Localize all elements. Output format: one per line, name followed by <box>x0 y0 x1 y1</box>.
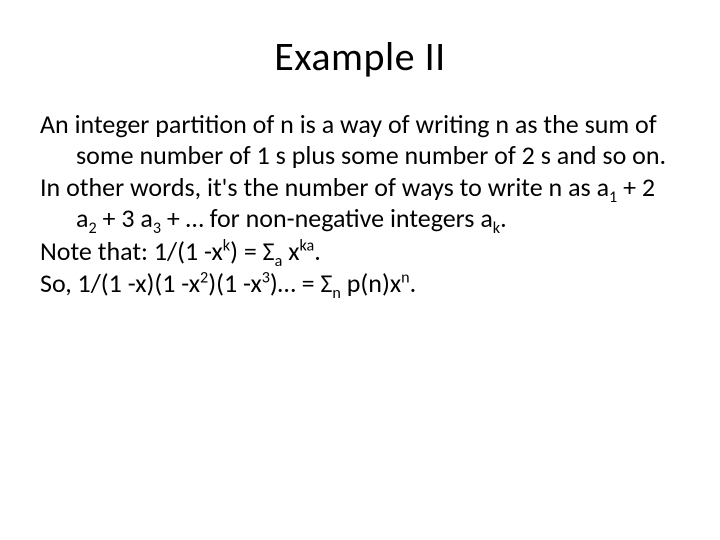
slide: Example II An integer partition of n is … <box>0 0 720 540</box>
p2-sub-1: 1 <box>609 189 617 208</box>
paragraph-1: An integer partition of n is a way of wr… <box>40 109 680 170</box>
p1-text: An integer partition of n is a way of wr… <box>40 108 666 171</box>
p2-text-i: . <box>500 202 507 234</box>
p2-text-e: + 3 a <box>97 202 153 234</box>
p4-sup-3: 3 <box>262 269 270 288</box>
p4-text-i: . <box>410 267 417 299</box>
p3-text-a: Note that: 1/(1 -x <box>40 235 223 267</box>
slide-body: An integer partition of n is a way of wr… <box>40 109 680 299</box>
paragraph-3: Note that: 1/(1 -xk) = Σa xka. <box>40 236 680 267</box>
paragraph-4: So, 1/(1 -x)(1 -x2)(1 -x3)… = Σn p(n)xn. <box>40 268 680 299</box>
p4-text-a: So, 1/(1 -x)(1 -x <box>40 267 200 299</box>
p3-text-c: ) = Σ <box>230 235 275 267</box>
p2-text-g: + … for non-negative integers a <box>161 202 493 234</box>
slide-title: Example II <box>40 32 680 81</box>
p4-sup-2: 2 <box>200 269 208 288</box>
p4-sup-n: n <box>401 269 409 288</box>
p3-sup-ka: ka <box>299 236 314 255</box>
paragraph-2: In other words, it's the number of ways … <box>40 172 680 233</box>
p4-text-g: p(n)x <box>341 267 401 299</box>
p4-text-c: )(1 -x <box>208 267 262 299</box>
p4-sub-n: n <box>332 285 340 304</box>
p2-text-a: In other words, it's the number of ways … <box>40 171 609 203</box>
p3-text-g: . <box>314 235 321 267</box>
p3-sup-k: k <box>223 236 230 255</box>
p4-text-e: )… = Σ <box>270 267 332 299</box>
p3-text-e: x <box>282 235 299 267</box>
